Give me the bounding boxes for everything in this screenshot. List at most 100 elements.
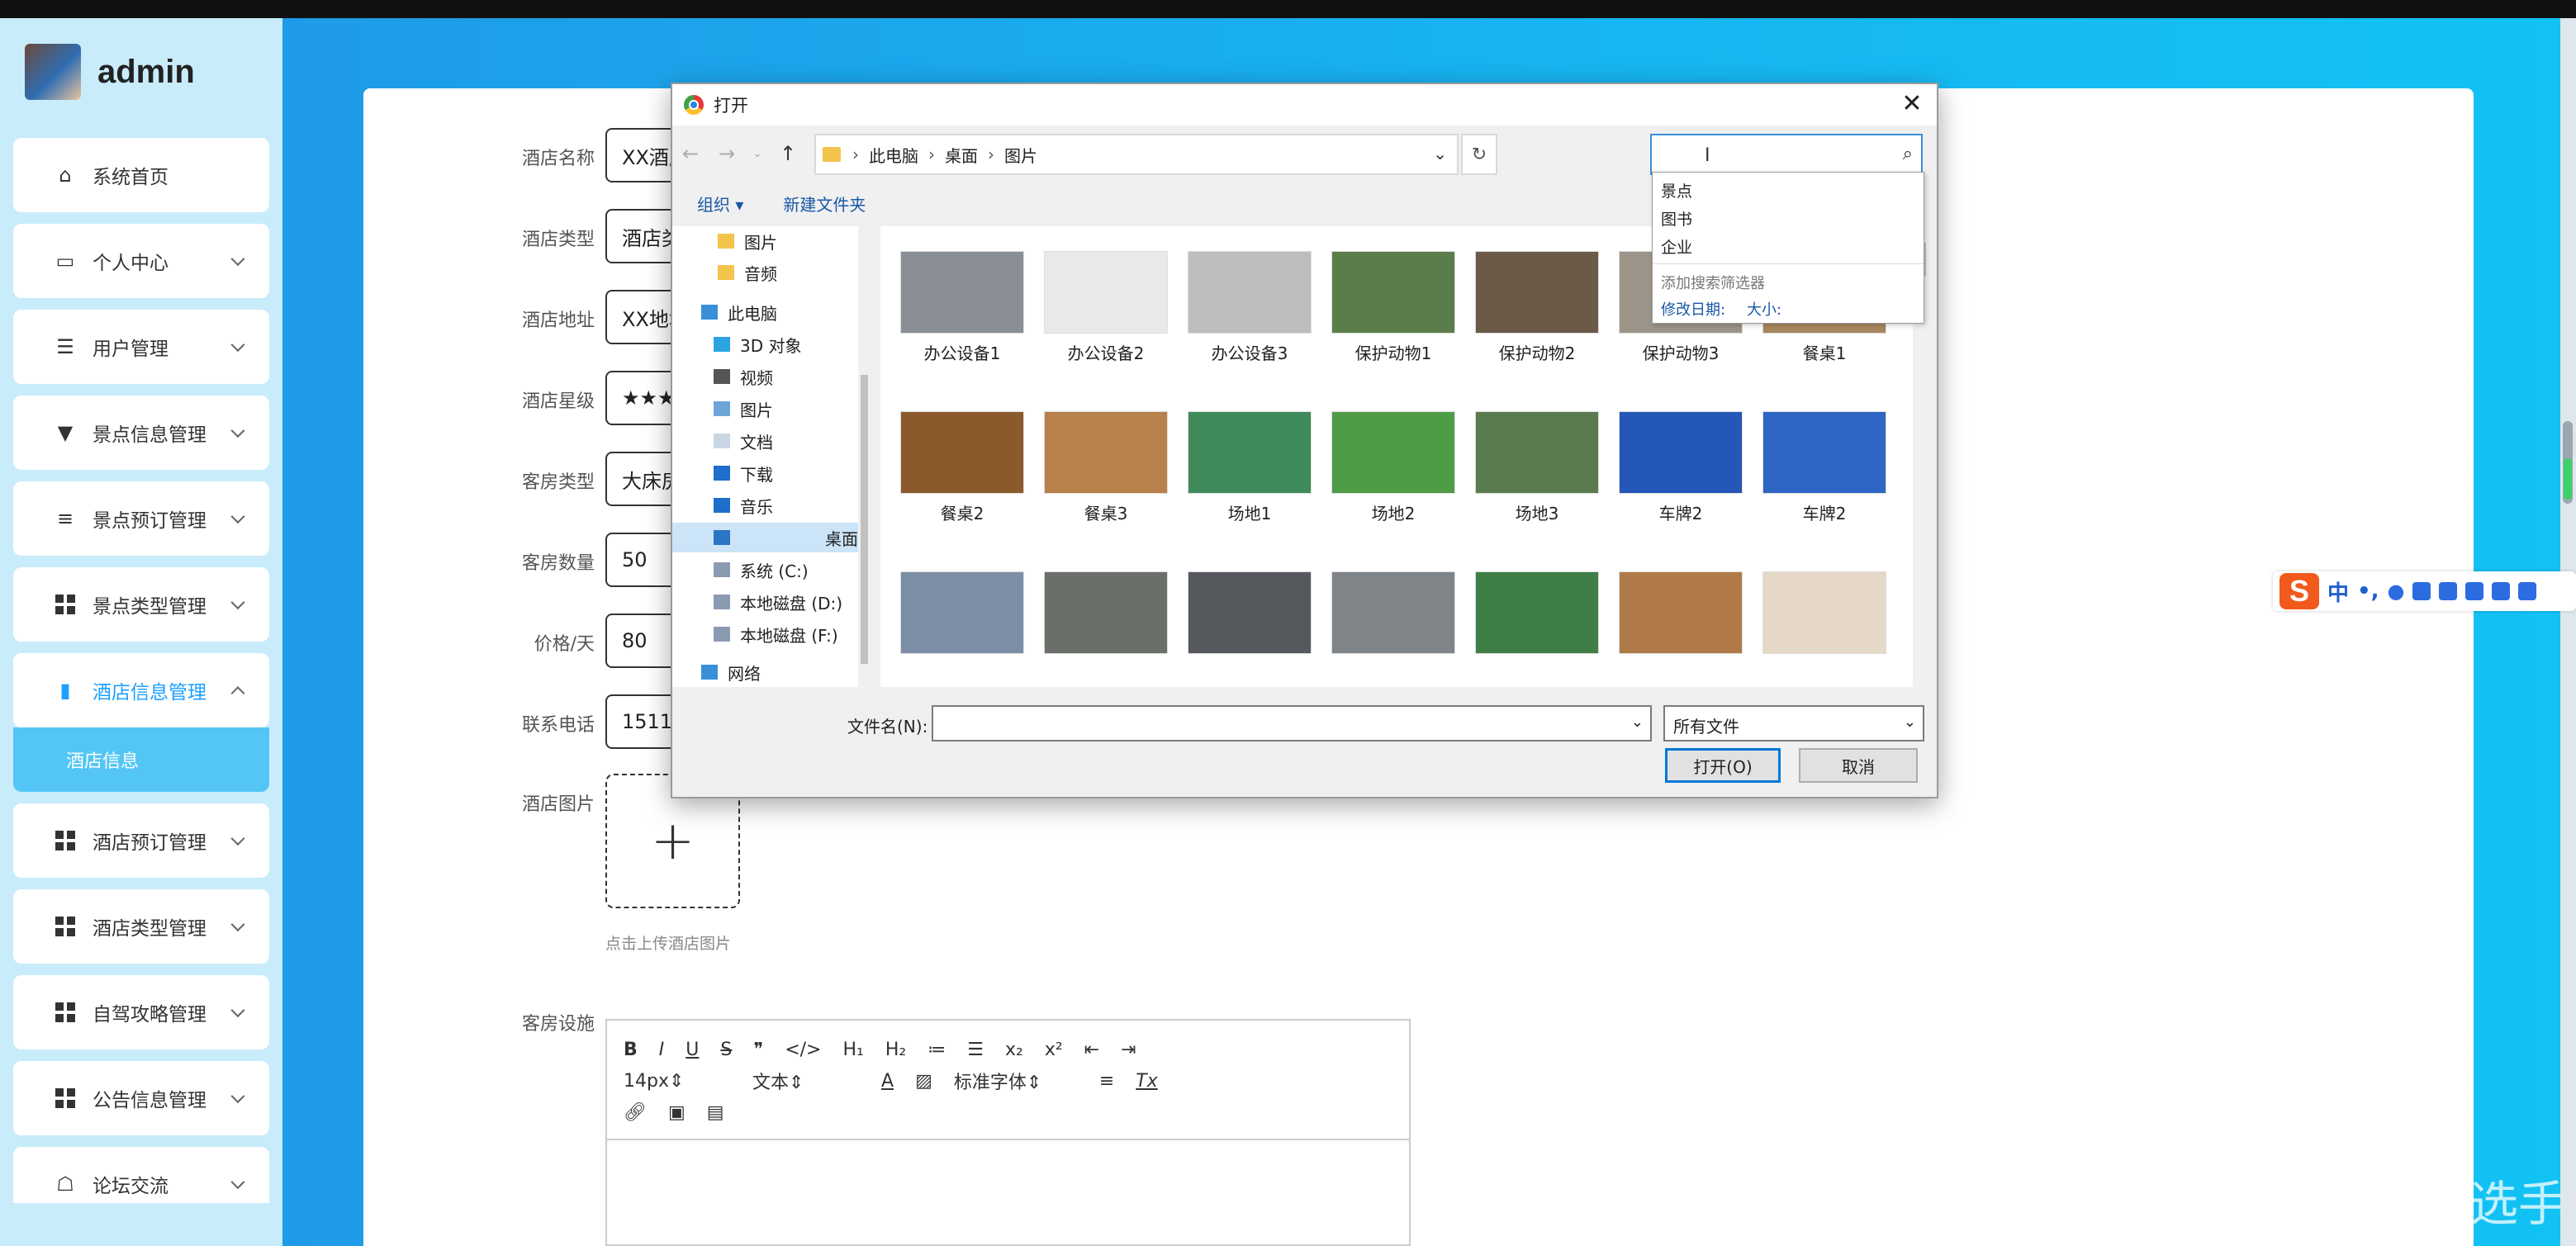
- forward-arrow-icon[interactable]: →: [709, 142, 745, 165]
- file-item[interactable]: 餐桌3: [1036, 411, 1176, 524]
- file-item[interactable]: 场地2: [1323, 411, 1464, 524]
- quote-button[interactable]: ❞: [753, 1040, 763, 1060]
- image-icon[interactable]: ▣: [668, 1102, 686, 1123]
- sidebar-item-notice[interactable]: 公告信息管理: [13, 1061, 269, 1135]
- tree-item[interactable]: 音频: [672, 258, 858, 287]
- robot-icon[interactable]: [2465, 582, 2484, 600]
- phone-input[interactable]: 15111: [605, 694, 680, 749]
- price-input[interactable]: 80: [605, 614, 680, 668]
- filter-size[interactable]: 大小:: [1747, 298, 1781, 320]
- keyboard-icon[interactable]: [2412, 582, 2431, 600]
- mic-icon[interactable]: ●: [2388, 580, 2405, 603]
- background-color-icon[interactable]: ▨: [915, 1071, 932, 1092]
- underline-button[interactable]: U: [686, 1040, 699, 1060]
- tree-item[interactable]: 网络: [672, 657, 858, 687]
- tree-item-selected[interactable]: 桌面: [672, 523, 858, 552]
- suggestion-item[interactable]: 图书: [1661, 207, 1692, 230]
- tree-item[interactable]: 图片: [672, 394, 858, 424]
- file-item[interactable]: 场地3: [1467, 411, 1607, 524]
- tree-item[interactable]: 本地磁盘 (D:): [672, 587, 858, 617]
- address-bar[interactable]: › 此电脑 › 桌面 › 图片 ⌄: [814, 134, 1459, 175]
- text-style-select[interactable]: 文本⇕: [752, 1068, 860, 1094]
- filetype-select[interactable]: 所有文件 ⌄: [1663, 705, 1924, 741]
- apps-icon[interactable]: [2492, 582, 2511, 600]
- file-item[interactable]: 办公设备3: [1179, 251, 1320, 364]
- file-item[interactable]: 保护动物1: [1323, 251, 1464, 364]
- indent-button[interactable]: ⇥: [1121, 1040, 1136, 1060]
- sidebar-item-scenic[interactable]: ▼ 景点信息管理: [13, 396, 269, 470]
- navigation-scrollbar[interactable]: [858, 226, 871, 687]
- filename-input[interactable]: ⌄: [932, 705, 1652, 741]
- tree-item[interactable]: 文档: [672, 426, 858, 456]
- back-arrow-icon[interactable]: ←: [672, 142, 709, 165]
- file-item[interactable]: 餐桌2: [892, 411, 1032, 524]
- sidebar-item-personal[interactable]: ▭ 个人中心: [13, 224, 269, 298]
- file-item[interactable]: 办公设备1: [892, 251, 1032, 364]
- tree-item[interactable]: 视频: [672, 362, 858, 391]
- hotel-name-input[interactable]: XX酒店: [605, 128, 680, 182]
- file-item[interactable]: [1611, 571, 1751, 661]
- search-icon[interactable]: ⌕: [1903, 144, 1913, 164]
- bold-button[interactable]: B: [624, 1040, 638, 1060]
- sidebar-item-hotel-type[interactable]: 酒店类型管理: [13, 889, 269, 964]
- video-icon[interactable]: ▤: [707, 1102, 724, 1123]
- sidebar-item-hotel[interactable]: ▮ 酒店信息管理: [13, 653, 269, 727]
- cancel-button[interactable]: 取消: [1799, 748, 1918, 783]
- refresh-icon[interactable]: ↻: [1461, 134, 1497, 175]
- close-icon[interactable]: ✕: [1897, 89, 1927, 119]
- hotel-address-input[interactable]: XX地址: [605, 290, 680, 344]
- organize-button[interactable]: 组织 ▾: [697, 192, 743, 216]
- file-item[interactable]: 场地1: [1179, 411, 1320, 524]
- h1-button[interactable]: H₁: [842, 1040, 863, 1060]
- hotel-type-select[interactable]: 酒店类型: [605, 209, 680, 263]
- filter-modified-date[interactable]: 修改日期:: [1661, 298, 1725, 320]
- breadcrumb-item[interactable]: 桌面: [945, 143, 978, 167]
- new-folder-button[interactable]: 新建文件夹: [783, 192, 866, 216]
- suggestion-item[interactable]: 企业: [1661, 235, 1692, 258]
- settings-icon[interactable]: [2518, 582, 2537, 600]
- sidebar-item-home[interactable]: ⌂ 系统首页: [13, 138, 269, 212]
- outdent-button[interactable]: ⇤: [1084, 1040, 1099, 1060]
- breadcrumb-item[interactable]: 此电脑: [869, 143, 918, 167]
- font-color-icon[interactable]: A: [881, 1071, 894, 1092]
- strike-button[interactable]: S: [720, 1040, 732, 1060]
- sidebar-item-scenic-booking[interactable]: ≡ 景点预订管理: [13, 481, 269, 556]
- superscript-button[interactable]: x²: [1045, 1040, 1063, 1060]
- clear-format-button[interactable]: Tx: [1136, 1071, 1157, 1092]
- tree-item[interactable]: 3D 对象: [672, 329, 858, 359]
- file-item[interactable]: 车牌2: [1611, 411, 1751, 524]
- tree-item[interactable]: 本地磁盘 (F:): [672, 619, 858, 649]
- h2-button[interactable]: H₂: [885, 1040, 906, 1060]
- room-type-input[interactable]: 大床房: [605, 452, 680, 506]
- subscript-button[interactable]: x₂: [1005, 1040, 1023, 1060]
- chevron-down-icon[interactable]: ⌄: [1631, 713, 1644, 731]
- link-icon[interactable]: 🔗︎: [624, 1102, 647, 1123]
- file-item[interactable]: [1754, 571, 1895, 661]
- file-item[interactable]: [1323, 571, 1464, 661]
- file-item[interactable]: [1179, 571, 1320, 661]
- chevron-down-icon[interactable]: ⌄: [1433, 144, 1447, 163]
- open-button[interactable]: 打开(O): [1665, 748, 1781, 783]
- sogou-icon[interactable]: S: [2279, 573, 2319, 609]
- tree-item[interactable]: 图片: [672, 226, 858, 256]
- room-count-input[interactable]: 50: [605, 533, 680, 587]
- breadcrumb-item[interactable]: 图片: [1004, 143, 1037, 167]
- bullet-list-button[interactable]: ☰: [967, 1040, 984, 1060]
- page-scrollbar[interactable]: [2560, 18, 2576, 1246]
- sidebar-subitem-hotel-info[interactable]: 酒店信息: [13, 727, 269, 792]
- ime-toolbar[interactable]: S 中 •, ●: [2273, 571, 2576, 611]
- tree-item[interactable]: 此电脑: [672, 297, 858, 327]
- suggestion-item[interactable]: 景点: [1661, 179, 1692, 201]
- font-family-select[interactable]: 标准字体⇕: [954, 1068, 1078, 1094]
- sidebar-item-forum[interactable]: ☖ 论坛交流: [13, 1147, 269, 1203]
- tree-item[interactable]: 系统 (C:): [672, 555, 858, 585]
- ordered-list-button[interactable]: ≔: [927, 1040, 946, 1060]
- hotel-star-select[interactable]: ★★★: [605, 371, 680, 425]
- history-dropdown-icon[interactable]: ⌄: [745, 147, 770, 160]
- sidebar-item-hotel-booking[interactable]: 酒店预订管理: [13, 803, 269, 878]
- sidebar-item-guide[interactable]: 自驾攻略管理: [13, 975, 269, 1049]
- sidebar-item-users[interactable]: ☰ 用户管理: [13, 310, 269, 384]
- font-size-select[interactable]: 14px⇕: [624, 1071, 731, 1092]
- ime-mode[interactable]: 中: [2327, 576, 2349, 607]
- align-icon[interactable]: ≡: [1099, 1071, 1114, 1092]
